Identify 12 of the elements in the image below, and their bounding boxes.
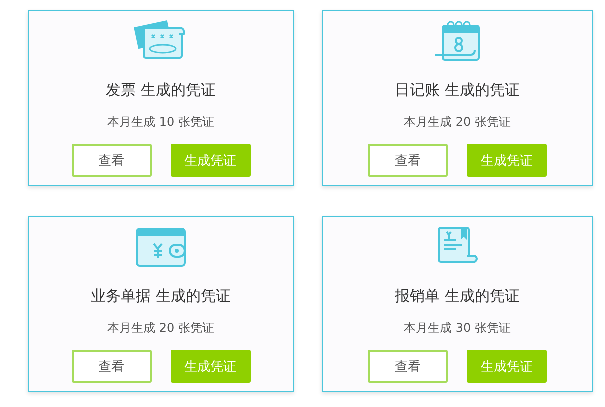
card-title: 业务单据 生成的凭证 <box>91 287 231 306</box>
view-button[interactable]: 查看 <box>368 144 448 177</box>
voucher-count: 本月生成 20 张凭证 <box>404 114 511 131</box>
card-title: 报销单 生成的凭证 <box>395 287 520 306</box>
view-button[interactable]: 查看 <box>368 350 448 383</box>
voucher-count: 本月生成 20 张凭证 <box>108 320 214 337</box>
card-title: 发票 生成的凭证 <box>106 81 216 100</box>
voucher-count: 本月生成 10 张凭证 <box>108 114 214 131</box>
view-button[interactable]: 查看 <box>72 144 152 177</box>
card-title: 日记账 生成的凭证 <box>395 81 520 100</box>
view-button[interactable]: 查看 <box>72 350 152 383</box>
voucher-count: 本月生成 30 张凭证 <box>404 320 511 337</box>
